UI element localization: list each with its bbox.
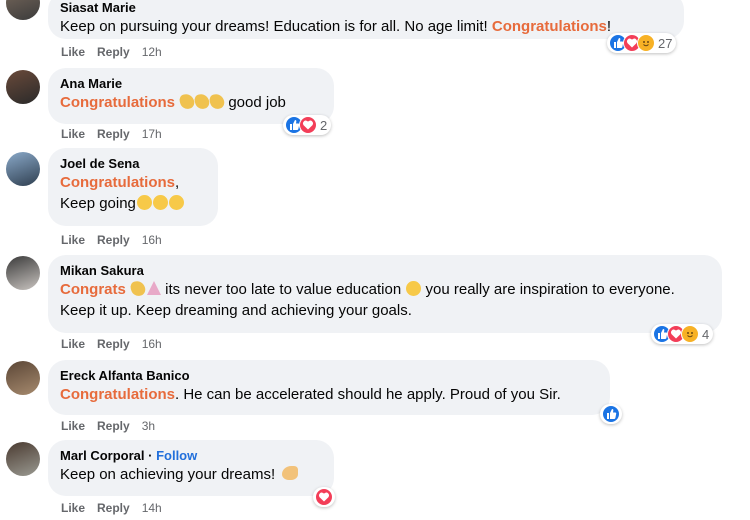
reaction-count: 27 [658,35,673,51]
text-fragment: its never too late to value education [161,281,406,298]
text-fragment: ! [606,18,612,35]
avatar[interactable] [6,0,40,20]
text-fragment: Keep going [60,195,136,212]
clapping-hands-icon [193,92,211,111]
text-fragment: , [175,174,180,191]
separator-dot: · [144,448,157,463]
love-icon [299,116,317,134]
reaction-count: 4 [702,326,710,342]
highlighted-text[interactable]: Congratulations [60,386,175,403]
flexed-biceps-icon [282,466,299,480]
reply-button[interactable]: Reply [97,419,130,433]
comment-bubble: Joel de Sena Congratulations, Keep going [48,148,218,226]
comment-text: Congrats its never too late to value edu… [60,279,710,321]
avatar[interactable] [6,256,40,290]
smiling-face-icon [406,281,422,296]
author-name[interactable]: Mikan Sakura [60,263,144,278]
care-icon [637,34,655,52]
reaction-summary[interactable] [600,404,622,424]
comment-author[interactable]: Mikan Sakura [60,262,710,279]
comment-author[interactable]: Ana Marie [60,75,322,92]
reply-button[interactable]: Reply [97,233,130,247]
follow-link[interactable]: Follow [156,448,197,463]
clapping-hands-icon [178,92,196,111]
reply-button[interactable]: Reply [97,45,130,59]
comment-bubble: Mikan Sakura Congrats its never too late … [48,255,722,333]
comment-bubble: Ereck Alfanta Banico Congratulations. He … [48,360,610,415]
comment-actions: Like Reply 3h [61,418,155,434]
comment-text: Congratulations good job [60,92,322,113]
reply-button[interactable]: Reply [97,127,130,141]
hugging-face-icon [136,195,152,210]
avatar[interactable] [6,152,40,186]
reaction-summary[interactable]: 27 [607,33,677,53]
author-name[interactable]: Ereck Alfanta Banico [60,368,190,383]
comment-actions: Like Reply 14h [61,500,162,516]
highlighted-text[interactable]: Congratulations [60,94,175,111]
comment-actions: Like Reply 16h [61,336,162,352]
clapping-hands-icon [129,279,147,298]
like-button[interactable]: Like [61,501,85,515]
reaction-summary[interactable]: 4 [651,324,714,344]
hugging-face-icon [168,195,184,210]
like-icon [602,405,620,423]
text-fragment: . He can be accelerated should he apply.… [175,386,561,403]
text-fragment [126,281,130,298]
like-button[interactable]: Like [61,337,85,351]
comment-text: Keep on achieving your dreams! [60,464,322,485]
timestamp[interactable]: 12h [142,45,162,59]
like-button[interactable]: Like [61,419,85,433]
highlighted-text[interactable]: Congratulations [492,18,607,35]
reaction-summary[interactable] [313,487,335,507]
author-name[interactable]: Ana Marie [60,76,122,91]
hugging-face-icon [152,195,168,210]
avatar[interactable] [6,361,40,395]
highlighted-text[interactable]: Congrats [60,281,126,298]
comment-author[interactable]: Joel de Sena [60,155,206,172]
party-popper-icon [147,281,162,295]
author-name[interactable]: Joel de Sena [60,156,139,171]
text-fragment: good job [224,94,286,111]
love-icon [315,488,333,506]
author-name[interactable]: Siasat Marie [60,0,136,15]
comment-bubble: Marl Corporal · Follow Keep on achieving … [48,440,334,496]
timestamp[interactable]: 16h [142,233,162,247]
timestamp[interactable]: 14h [142,501,162,515]
reply-button[interactable]: Reply [97,501,130,515]
comment-author[interactable]: Ereck Alfanta Banico [60,367,598,384]
avatar[interactable] [6,70,40,104]
timestamp[interactable]: 17h [142,127,162,141]
text-fragment: Keep on achieving your dreams! [60,466,280,483]
comment-actions: Like Reply 17h [61,126,162,142]
timestamp[interactable]: 16h [142,337,162,351]
comment-author[interactable]: Siasat Marie [60,0,672,16]
like-button[interactable]: Like [61,127,85,141]
comment-text: Congratulations, Keep going [60,172,206,214]
comment-text: Keep on pursuing your dreams! Education … [60,16,672,37]
comment-author[interactable]: Marl Corporal · Follow [60,447,322,464]
comment-text: Congratulations. He can be accelerated s… [60,384,598,405]
text-fragment [175,94,179,111]
timestamp[interactable]: 3h [142,419,155,433]
care-icon [681,325,699,343]
comment-bubble: Siasat Marie Keep on pursuing your dreams… [48,0,684,39]
reaction-count: 2 [320,117,328,133]
comment-actions: Like Reply 16h [61,232,162,248]
author-name[interactable]: Marl Corporal [60,448,145,463]
highlighted-text[interactable]: Congratulations [60,174,175,191]
comment-actions: Like Reply 12h [61,44,162,60]
reaction-summary[interactable]: 2 [283,115,332,135]
like-button[interactable]: Like [61,45,85,59]
like-button[interactable]: Like [61,233,85,247]
reply-button[interactable]: Reply [97,337,130,351]
text-fragment: Keep on pursuing your dreams! Education … [60,18,492,35]
avatar[interactable] [6,442,40,476]
